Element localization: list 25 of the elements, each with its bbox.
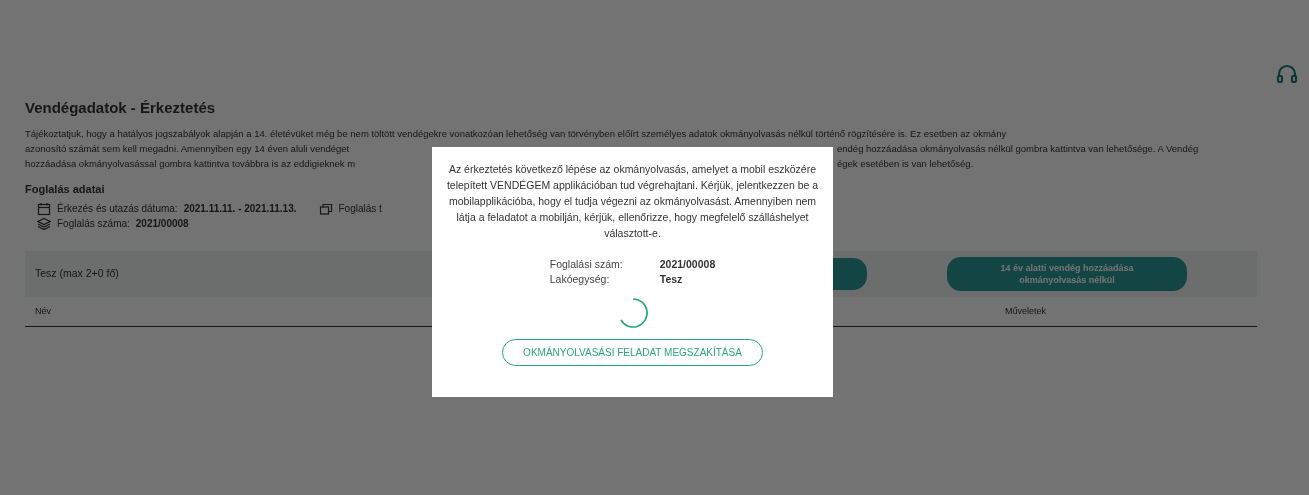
booking-value: 2021/00008: [135, 217, 189, 231]
field-value: Tesz: [659, 272, 683, 287]
modal-message: Az érkeztetés következő lépése az okmányolvasás, amelyet a mobil eszközére telepített VENDÉGEM applikációban tud végrehajtani. Kérjük, jelentkezzen be a mobilapplikációba, hogy el tudja végezni az okmányolvasást. Amennyiben nem látja a feladatot a mobilján, kérjük, ellenőrizze, hogy megfelelő szálláshelyet választott-e.: [446, 162, 819, 241]
notice-text: égek esetében is van lehetőség.: [837, 156, 974, 171]
notice-text: hozzáadása okmányolvasással gombra kattintva továbbra is az eddigieknek m: [25, 157, 356, 169]
stack-icon: [318, 201, 333, 216]
booking-value: 2021.11.11. - 2021.11.13.: [183, 202, 297, 216]
booking-label: Foglalás száma:: [57, 217, 130, 231]
field-value: 2021/00008: [659, 257, 716, 272]
notice-text: endég hozzáadása okmányolvasás nélkül gombra kattintva van lehetősége. A Vendég: [837, 141, 1199, 156]
field-label: Foglalási szám:: [549, 257, 624, 272]
booking-label: Érkezés és utazás dátuma:: [57, 201, 178, 216]
layers-icon: [37, 216, 51, 231]
unit-title: Tesz (max 2+0 fő): [35, 266, 119, 282]
calendar-icon: [37, 201, 51, 216]
notice-text: Tájékoztatjuk, hogy a hatályos jogszabályok alapján a 14. életévüket még be nem töltött vendégekre vonatkozóan lehetőség van törvényben előírt személyes adatok okmányolvasás nélkül történő rögzítésére is. Ez esetben az okmány: [25, 127, 1007, 139]
booking-label: Foglalás t: [338, 202, 382, 216]
column-header: Név: [35, 304, 52, 318]
column-header: Műveletek: [1005, 304, 1047, 318]
notice-text: azonosító számát sem kell megadni. Amennyiben egy 14 éven aluli vendéget: [25, 142, 350, 154]
page-title: Vendégadatok - Érkeztetés: [25, 98, 216, 118]
booking-heading: Foglalás adatai: [25, 181, 105, 197]
headset-icon[interactable]: [1276, 63, 1298, 85]
field-label: Lakóegység:: [549, 272, 611, 287]
add-minor-button[interactable]: 14 év alatti vendég hozzáadása okmányolvasás nélkül: [947, 257, 1187, 291]
